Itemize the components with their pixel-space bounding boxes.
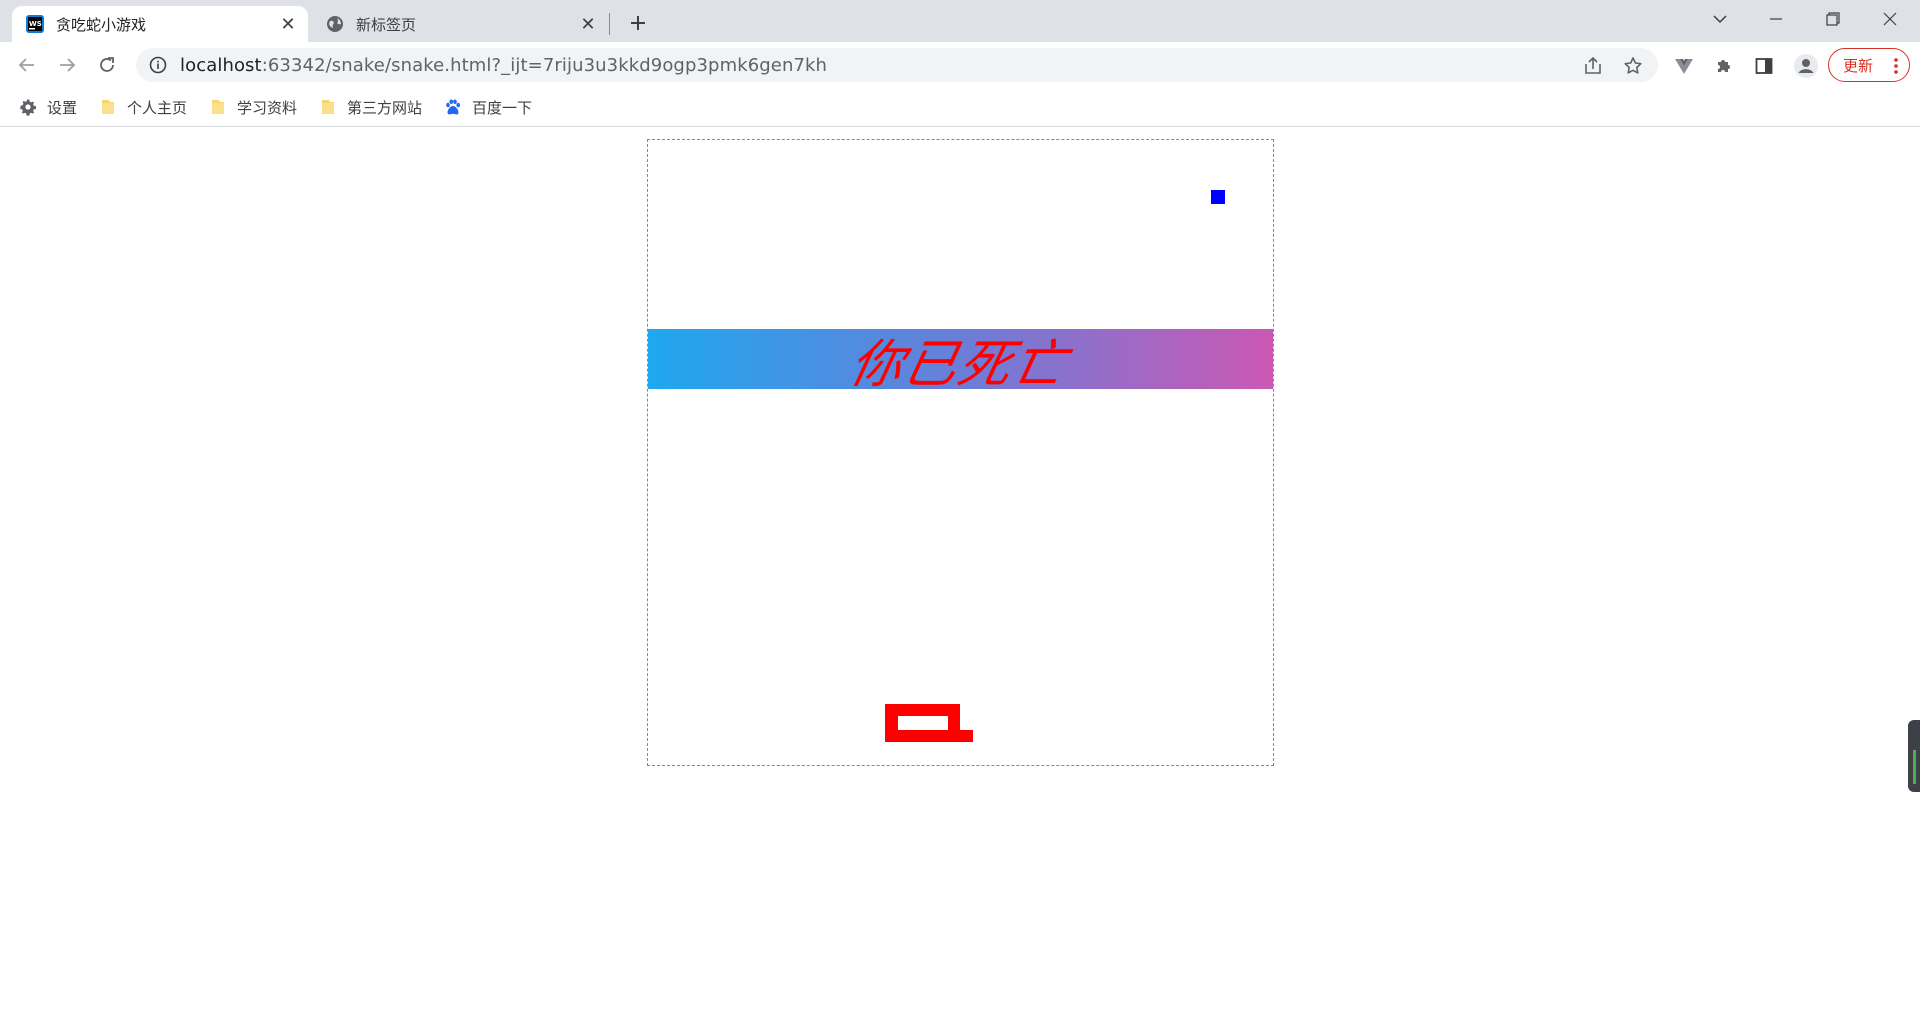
vue-devtools-button[interactable] — [1673, 55, 1695, 77]
tab-snake-game[interactable]: WS 贪吃蛇小游戏 ✕ — [12, 6, 308, 42]
update-label: 更新 — [1843, 56, 1874, 75]
tab-strip: WS 贪吃蛇小游戏 ✕ 新标签页 ✕ — [0, 0, 1920, 42]
bookmark-baidu[interactable]: 百度一下 — [444, 95, 532, 119]
browser-toolbar: localhost:63342/snake/snake.html?_ijt=7r… — [0, 42, 1920, 88]
address-bar[interactable]: localhost:63342/snake/snake.html?_ijt=7r… — [136, 48, 1658, 82]
restore-button[interactable] — [1805, 0, 1861, 38]
new-tab-button[interactable] — [624, 9, 652, 37]
close-icon[interactable]: ✕ — [278, 14, 298, 35]
reload-button[interactable] — [91, 49, 123, 81]
bookmark-folder-personal[interactable]: 个人主页 — [99, 95, 187, 119]
close-window-button[interactable] — [1862, 0, 1918, 38]
reload-icon — [100, 57, 114, 72]
back-button[interactable] — [11, 49, 43, 81]
bookmark-settings[interactable]: 设置 — [19, 95, 77, 119]
forward-button[interactable] — [51, 49, 83, 81]
bookmark-label: 设置 — [47, 98, 78, 117]
game-over-text: 你已死亡 — [844, 334, 1074, 395]
gear-icon — [20, 99, 37, 116]
share-icon — [1585, 56, 1601, 74]
minimize-button[interactable] — [1748, 0, 1804, 38]
extensions-button[interactable] — [1713, 55, 1735, 77]
bookmark-label: 第三方网站 — [347, 98, 423, 117]
folder-icon — [212, 100, 224, 114]
webstorm-icon: WS — [26, 15, 44, 33]
tab-title: 贪吃蛇小游戏 — [56, 15, 147, 34]
side-panel-icon — [1755, 58, 1773, 74]
vue-devtools-icon — [1675, 59, 1693, 74]
bookmark-label: 学习资料 — [237, 98, 298, 117]
plus-icon — [631, 16, 645, 30]
close-icon — [1883, 12, 1897, 26]
arrow-left-icon — [18, 58, 34, 72]
puzzle-icon — [1718, 60, 1730, 72]
bookmark-folder-third-party[interactable]: 第三方网站 — [319, 95, 422, 119]
side-floating-widget[interactable] — [1908, 720, 1920, 792]
close-icon[interactable]: ✕ — [578, 14, 598, 35]
update-button[interactable]: 更新 — [1828, 48, 1910, 82]
bookmarks-bar: 设置 个人主页 学习资料 第三方网站 百度一下 — [0, 88, 1920, 127]
game-board[interactable]: 你已死亡 — [647, 139, 1274, 766]
url-text[interactable]: localhost:63342/snake/snake.html?_ijt=7r… — [180, 55, 827, 76]
side-panel-button[interactable] — [1753, 55, 1775, 77]
minimize-icon — [1770, 18, 1782, 20]
arrow-right-icon — [60, 58, 76, 72]
food-block — [1211, 190, 1225, 204]
restore-icon — [1826, 12, 1840, 26]
url-host: localhost — [180, 54, 262, 76]
avatar-icon — [1794, 54, 1818, 78]
level-meter — [1913, 750, 1916, 784]
bookmark-folder-study[interactable]: 学习资料 — [209, 95, 297, 119]
info-icon[interactable] — [148, 55, 168, 75]
game-over-banner: 你已死亡 — [648, 329, 1273, 395]
folder-icon — [322, 100, 334, 114]
folder-icon — [102, 100, 114, 114]
snake-segment — [948, 704, 960, 742]
profile-button[interactable] — [1793, 53, 1819, 79]
baidu-paw-icon — [446, 99, 460, 115]
tab-search-button[interactable] — [1692, 0, 1748, 38]
tab-separator — [609, 13, 610, 35]
bookmark-star-button[interactable] — [1622, 55, 1644, 77]
url-path: :63342/snake/snake.html?_ijt=7riju3u3kkd… — [261, 54, 828, 76]
svg-text:WS: WS — [29, 20, 42, 28]
star-icon — [1624, 57, 1642, 74]
bookmark-label: 个人主页 — [127, 98, 188, 117]
share-button[interactable] — [1582, 55, 1604, 77]
tab-title: 新标签页 — [356, 15, 417, 34]
more-vertical-icon — [1894, 58, 1898, 74]
tab-new-tab[interactable]: 新标签页 ✕ — [312, 6, 608, 42]
globe-icon — [327, 16, 343, 32]
bookmark-label: 百度一下 — [472, 98, 533, 117]
chevron-down-icon — [1713, 15, 1727, 24]
